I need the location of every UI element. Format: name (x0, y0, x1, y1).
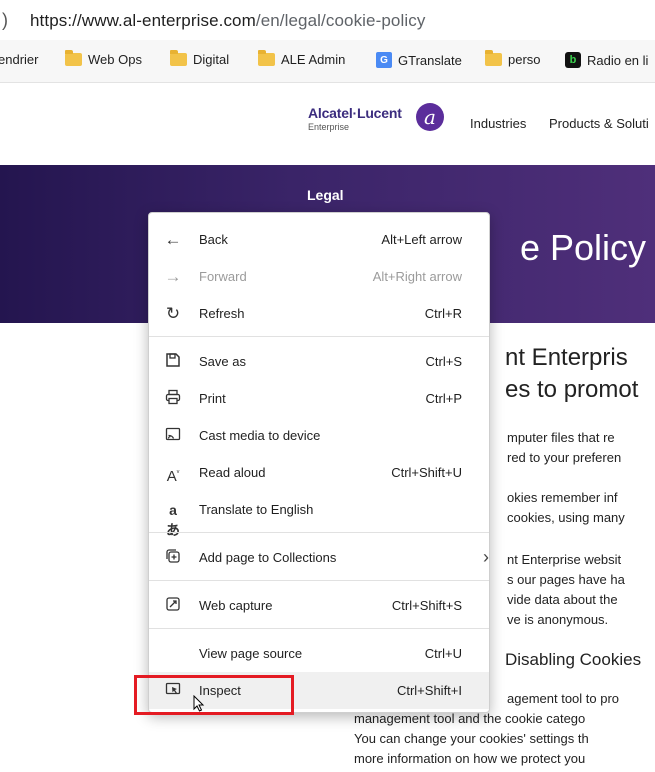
nav-products-solutions[interactable]: Products & Soluti (549, 116, 649, 131)
menu-item-read-aloud[interactable]: Aᵛ Read aloud Ctrl+Shift+U (149, 454, 489, 491)
menu-item-label: Refresh (199, 306, 245, 321)
content-text-line: cookies, using many (507, 510, 625, 525)
reload-partial-icon[interactable]: ) (2, 10, 8, 31)
content-text-line: vide data about the (507, 592, 618, 607)
menu-separator (149, 532, 489, 533)
read-aloud-icon: Aᵛ (166, 468, 180, 485)
menu-separator (149, 628, 489, 629)
content-heading-line: es to promot (505, 376, 639, 403)
content-text-line: ve is anonymous. (507, 612, 609, 627)
mouse-cursor-icon (193, 695, 205, 712)
save-as-icon (163, 352, 183, 372)
brand-logo[interactable]: Alcatel·Lucent Enterprise a (308, 103, 444, 132)
menu-item-label: Translate to English (199, 502, 314, 517)
folder-icon (65, 50, 82, 66)
menu-item-shortcut: Ctrl+Shift+I (396, 683, 462, 698)
url-path: /en/legal/cookie-policy (255, 11, 426, 30)
site-header: Alcatel·Lucent Enterprise a Industries P… (0, 83, 655, 165)
brand-logo-icon: a (416, 103, 444, 131)
menu-item-shortcut: Alt+Right arrow (372, 269, 462, 284)
bookmark-label: ALE Admin (281, 52, 346, 67)
content-text-line: okies remember inf (507, 490, 618, 505)
back-arrow-icon: ← (164, 230, 182, 249)
nav-industries[interactable]: Industries (470, 116, 526, 131)
bookmark-label: endrier (0, 52, 39, 67)
menu-separator (149, 336, 489, 337)
menu-item-label: Read aloud (199, 465, 266, 480)
print-icon (163, 389, 183, 409)
folder-icon (485, 50, 502, 66)
content-text-line: nt Enterprise websit (507, 552, 622, 567)
menu-item-forward[interactable]: → Forward Alt+Right arrow (149, 258, 489, 295)
menu-item-translate[interactable]: aあ Translate to English (149, 491, 489, 538)
menu-item-web-capture[interactable]: Web capture Ctrl+Shift+S (149, 587, 489, 624)
content-heading-line: nt Enterpris (505, 344, 628, 371)
folder-icon (258, 50, 275, 66)
brand-sub: Enterprise (308, 122, 350, 132)
web-capture-icon (163, 596, 183, 616)
hero-section-label: Legal (307, 187, 344, 203)
menu-item-view-source[interactable]: View page source Ctrl+U (149, 635, 489, 672)
menu-item-shortcut: Ctrl+S (425, 354, 462, 369)
menu-separator (149, 580, 489, 581)
content-text-line: mputer files that re (507, 430, 615, 445)
address-bar[interactable]: ) https://www.al-enterprise.com/en/legal… (0, 0, 655, 40)
bookmark-label: Radio en li (587, 52, 649, 68)
content-text-line: agement tool to pro (507, 691, 620, 706)
menu-item-save-as[interactable]: Save as Ctrl+S (149, 343, 489, 380)
collections-icon (163, 548, 183, 568)
bookmark-item[interactable]: endrier (0, 52, 38, 67)
bookmark-label: Digital (193, 52, 230, 67)
menu-item-shortcut: Ctrl+R (424, 306, 462, 321)
bookmark-folder-web-ops[interactable]: Web Ops (65, 50, 142, 67)
menu-item-shortcut: Ctrl+U (424, 646, 462, 661)
menu-item-shortcut: Alt+Left arrow (381, 232, 462, 247)
content-text-line: You can change your cookies' settings th (354, 731, 589, 746)
menu-item-label: Forward (199, 269, 247, 284)
inspect-highlight-box (134, 675, 294, 715)
menu-item-back[interactable]: ← Back Alt+Left arrow (149, 221, 489, 258)
menu-item-label: Print (199, 391, 226, 406)
menu-item-print[interactable]: Print Ctrl+P (149, 380, 489, 417)
folder-icon (170, 50, 187, 66)
content-text-line: red to your preferen (507, 450, 622, 465)
url-host: https://www.al-enterprise.com (30, 11, 256, 30)
menu-item-add-to-collections[interactable]: Add page to Collections › (149, 539, 489, 576)
menu-item-shortcut: Ctrl+Shift+U (391, 465, 462, 480)
menu-item-label: Save as (199, 354, 246, 369)
menu-item-label: Cast media to device (199, 428, 321, 443)
translate-icon: aあ (166, 502, 180, 538)
menu-item-label: View page source (199, 646, 303, 661)
menu-item-label: Web capture (199, 598, 273, 613)
chevron-right-icon: › (483, 547, 489, 567)
bookmark-folder-digital[interactable]: Digital (170, 50, 230, 67)
url-text[interactable]: https://www.al-enterprise.com/en/legal/c… (30, 11, 425, 31)
menu-item-cast[interactable]: Cast media to device (149, 417, 489, 454)
bookmark-folder-ale-admin[interactable]: ALE Admin (258, 50, 346, 67)
content-subheading: Disabling Cookies (505, 650, 642, 669)
content-text-line: more information on how we protect you (354, 751, 586, 766)
bookmark-gtranslate[interactable]: G GTranslate (376, 52, 462, 68)
bookmark-label: GTranslate (398, 52, 462, 68)
brand-name: Alcatel·Lucent (308, 105, 402, 121)
refresh-icon: ↻ (165, 304, 181, 323)
cast-icon (163, 426, 183, 446)
context-menu: ← Back Alt+Left arrow → Forward Alt+Righ… (148, 212, 490, 713)
bookmark-label: perso (508, 52, 541, 67)
bookmarks-bar: endrier Web Ops Digital ALE Admin G GTran… (0, 40, 655, 83)
gtranslate-icon: G (376, 52, 392, 68)
content-text-line: s our pages have ha (507, 572, 625, 587)
bookmark-label: Web Ops (88, 52, 142, 67)
menu-item-label: Back (199, 232, 228, 247)
menu-item-shortcut: Ctrl+P (425, 391, 462, 406)
page-title: e Policy (520, 227, 647, 268)
menu-item-label: Add page to Collections (199, 550, 337, 565)
bookmark-radio[interactable]: b Radio en li (565, 52, 648, 68)
menu-item-shortcut: Ctrl+Shift+S (391, 598, 462, 613)
menu-item-refresh[interactable]: ↻ Refresh Ctrl+R (149, 295, 489, 332)
radio-icon: b (565, 52, 581, 68)
forward-arrow-icon: → (164, 267, 182, 286)
bookmark-folder-perso[interactable]: perso (485, 50, 541, 67)
